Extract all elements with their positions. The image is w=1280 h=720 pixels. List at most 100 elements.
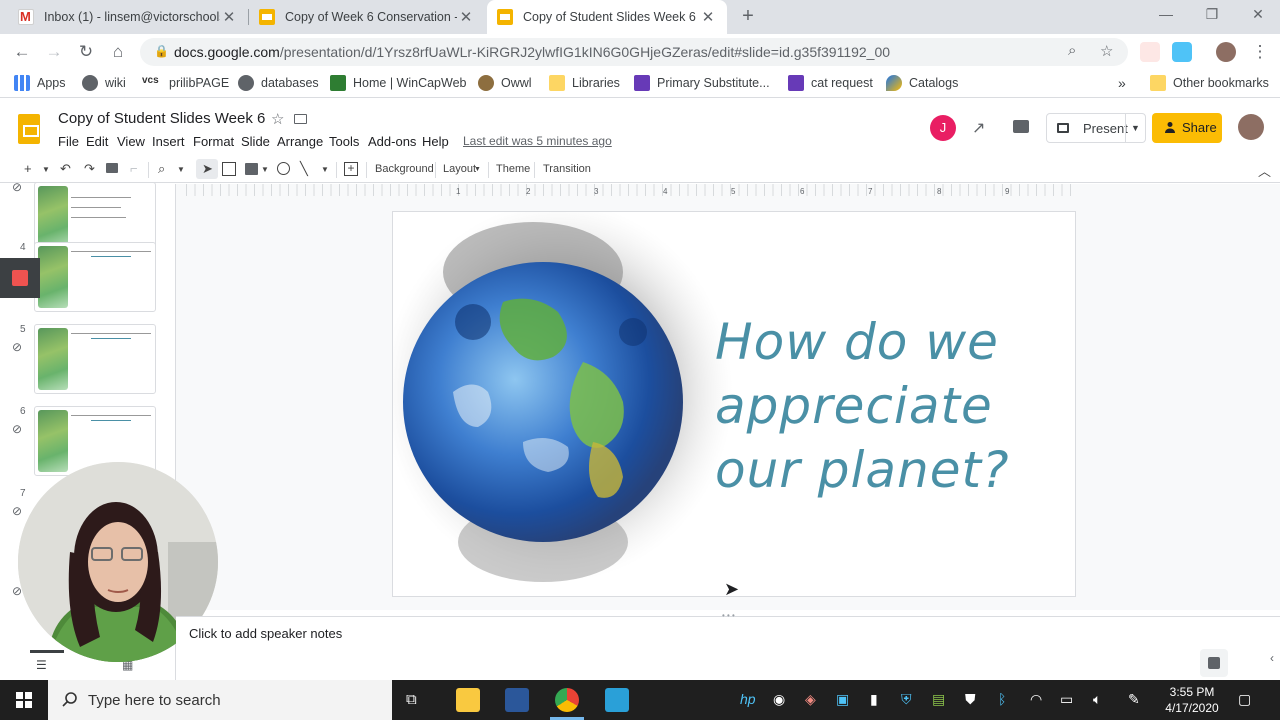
transition-button[interactable]: Transition [543,163,591,175]
account-avatar[interactable] [1238,114,1264,140]
document-title[interactable]: Copy of Student Slides Week 6 [58,110,265,127]
earth-watercolor-image[interactable] [393,212,733,597]
star-icon[interactable]: ☆ [271,110,284,128]
bookmark-other[interactable]: Other bookmarks [1150,75,1269,91]
menu-insert[interactable]: Insert [152,134,185,149]
bookmark-star-icon[interactable]: ☆ [1100,42,1113,60]
profile-avatar[interactable] [1216,42,1236,62]
extension-red-icon[interactable] [1140,42,1160,62]
chevron-down-icon[interactable]: ▼ [42,165,50,174]
image-icon[interactable] [245,163,258,175]
shape-icon[interactable] [277,162,290,175]
battery-icon[interactable]: ▭ [1060,691,1073,708]
tab-inbox[interactable]: Inbox (1) - linsem@victorschools ✕ [8,0,248,34]
defender-shield-icon[interactable]: ⛊ [965,691,976,708]
chevron-down-icon[interactable]: ▼ [177,165,185,174]
background-button[interactable]: Background [375,163,434,175]
line-icon[interactable]: ╲ [300,161,308,177]
word-icon[interactable] [505,688,529,712]
bookmark-primary-substitute[interactable]: Primary Substitute... [634,75,770,91]
bookmark-wiki[interactable]: wiki [82,75,126,91]
start-button[interactable] [0,680,48,720]
forward-icon[interactable]: → [42,40,66,64]
slide-thumbnail[interactable] [34,242,156,312]
tab-student-slides[interactable]: Copy of Student Slides Week 6 - ✕ [487,0,727,34]
extension-cloud-icon[interactable] [1172,42,1192,62]
slide-title-text[interactable]: How do we appreciate our planet? [715,310,1055,502]
paint-format-icon[interactable]: ⌐ [130,161,138,176]
bookmark-wincapweb[interactable]: Home | WinCapWeb [330,75,466,91]
bookmark-owwl[interactable]: Owwl [478,75,532,91]
microphone-icon[interactable]: ▮ [870,691,878,708]
zoom-tray-icon[interactable]: ▣ [836,691,849,708]
hp-icon[interactable]: hp [740,691,756,707]
chevron-down-icon[interactable]: ▼ [321,165,329,174]
tab-week6-conservation[interactable]: Copy of Week 6 Conservation - G ✕ [249,0,485,34]
bookmark-catalogs[interactable]: Catalogs [886,75,958,91]
bookmark-databases[interactable]: databases [238,75,319,91]
speaker-notes-panel[interactable]: • • • Click to add speaker notes ‹ [176,611,1280,680]
textbox-icon[interactable] [222,162,236,176]
notification-icon[interactable]: ▢ [1238,691,1251,708]
task-view-icon[interactable]: ⧉ [406,691,417,708]
undo-icon[interactable]: ↶ [60,161,71,177]
url-text[interactable]: docs.google.com/presentation/d/1Yrsz8rfU… [174,44,890,60]
restore-icon[interactable]: ❐ [1192,6,1232,23]
wifi-icon[interactable]: ◠ [1030,691,1042,708]
menu-view[interactable]: View [117,134,145,149]
new-tab-button[interactable]: + [736,5,760,29]
back-icon[interactable]: ← [10,40,34,64]
notes-resize-handle[interactable]: • • • [722,611,735,620]
menu-format[interactable]: Format [193,134,234,149]
volume-icon[interactable]: 🔈︎ [1093,691,1101,708]
share-button[interactable]: Share [1152,113,1222,143]
new-slide-icon[interactable]: + [24,161,32,176]
add-comment-icon[interactable]: + [344,162,358,176]
chevron-down-icon[interactable]: ▼ [474,166,481,173]
omnibox[interactable]: 🔒 docs.google.com/presentation/d/1Yrsz8r… [140,38,1128,66]
chevron-down-icon[interactable]: ▼ [1125,114,1145,142]
bookmark-libraries[interactable]: Libraries [549,75,620,91]
activity-trend-icon[interactable]: ↗ [972,118,985,138]
zoom-icon[interactable]: ⌕ [158,161,165,177]
slide-thumbnail[interactable] [34,324,156,394]
bookmark-prilibpage[interactable]: vcs prilibPAGE [142,75,229,91]
camtasia-icon[interactable]: ▤ [932,691,945,708]
chrome-menu-icon[interactable]: ⋮ [1248,40,1272,64]
last-edit-link[interactable]: Last edit was 5 minutes ago [463,134,612,148]
close-icon[interactable]: ✕ [457,8,475,26]
move-folder-icon[interactable] [294,114,307,124]
notes-app-icon[interactable] [605,688,629,712]
current-slide[interactable]: How do we appreciate our planet? [392,211,1076,597]
chevron-down-icon[interactable]: ▼ [261,165,269,174]
menu-tools[interactable]: Tools [329,134,359,149]
print-icon[interactable] [106,163,118,173]
chevron-up-icon[interactable]: ︿ [1258,161,1271,180]
taskbar-search[interactable]: Type here to search [48,680,392,720]
explore-icon[interactable] [1200,649,1228,677]
theme-button[interactable]: Theme [496,163,530,175]
window-close-icon[interactable]: ✕ [1238,6,1278,23]
menu-help[interactable]: Help [422,134,449,149]
close-icon[interactable]: ✕ [699,8,717,26]
bookmark-apps[interactable]: Apps [14,75,66,91]
bookmark-cat-request[interactable]: cat request [788,75,873,91]
bluetooth-icon[interactable]: ᛒ [998,691,1006,707]
home-icon[interactable]: ⌂ [106,40,130,64]
menu-addons[interactable]: Add-ons [368,134,416,149]
chevron-left-icon[interactable]: ‹ [1270,651,1274,665]
pen-icon[interactable]: ✎ [1128,691,1140,708]
minimize-icon[interactable]: — [1146,6,1186,22]
list-view-icon[interactable]: ☰ [36,658,47,672]
reload-icon[interactable]: ↻ [74,40,98,64]
chrome-icon[interactable] [555,688,579,712]
redo-icon[interactable]: ↷ [84,161,95,177]
close-icon[interactable]: ✕ [220,8,238,26]
menu-slide[interactable]: Slide [241,134,270,149]
taskbar-clock[interactable]: 3:55 PM 4/17/2020 [1150,684,1234,716]
chrome-tray-icon[interactable]: ◉ [773,691,785,708]
menu-file[interactable]: File [58,134,79,149]
collaborator-avatar[interactable]: J [930,115,956,141]
security-tray-icon[interactable]: ⛨ [901,691,912,708]
zoom-icon[interactable]: ⌕ [1068,42,1076,59]
